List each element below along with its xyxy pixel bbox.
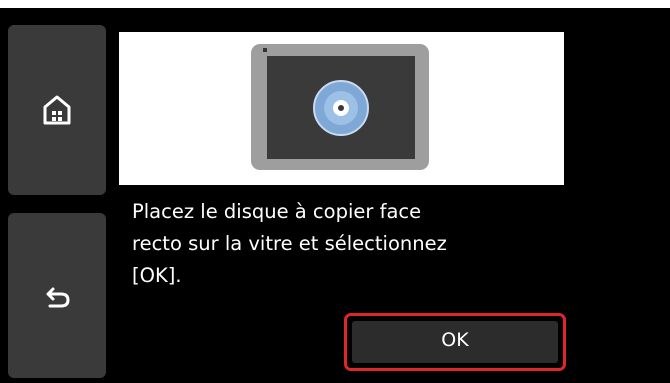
back-arrow-icon bbox=[46, 287, 70, 308]
instruction-illustration bbox=[119, 32, 564, 185]
ok-button[interactable]: OK bbox=[344, 313, 566, 371]
printer-screen: Placez le disque à copier face recto sur… bbox=[0, 8, 670, 383]
back-button[interactable] bbox=[8, 213, 106, 378]
home-button[interactable] bbox=[8, 25, 106, 195]
disc-on-glass-icon bbox=[251, 44, 429, 170]
ok-button-label: OK bbox=[352, 321, 558, 363]
instruction-message: Placez le disque à copier face recto sur… bbox=[132, 200, 447, 287]
home-icon bbox=[43, 95, 71, 125]
